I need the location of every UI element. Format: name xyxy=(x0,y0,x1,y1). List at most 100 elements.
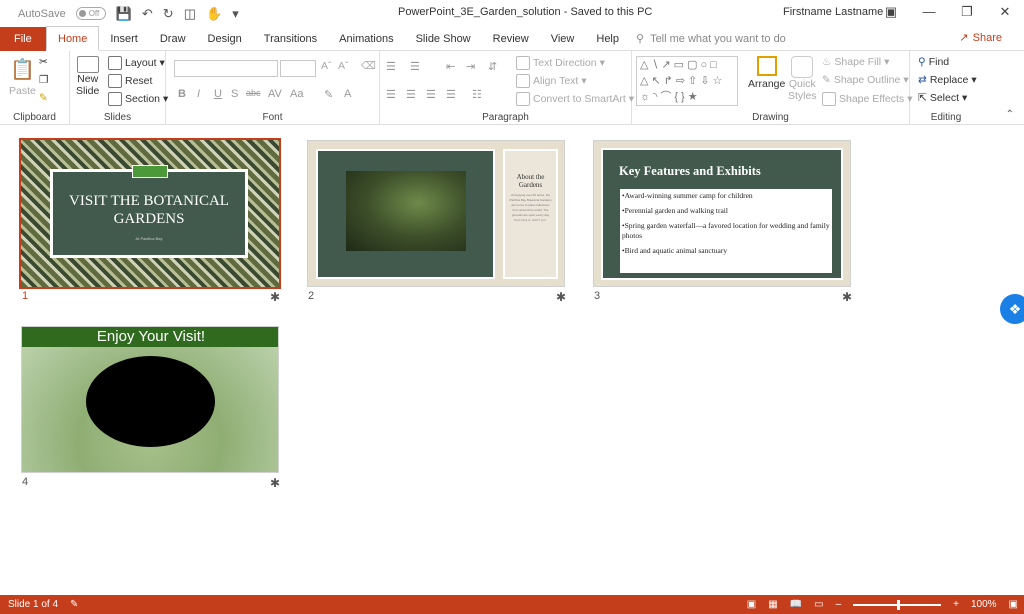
bold-button[interactable]: B xyxy=(178,88,186,100)
change-case-button[interactable]: Aa xyxy=(290,88,303,100)
quick-styles-button[interactable]: Quick Styles xyxy=(788,56,817,102)
close-icon[interactable]: ✕ xyxy=(986,4,1024,20)
columns-icon[interactable]: ☷ xyxy=(472,88,482,101)
text-direction-button[interactable]: Text Direction ▾ xyxy=(516,56,605,70)
document-title: PowerPoint_3E_Garden_solution - Saved to… xyxy=(398,6,653,18)
zoom-slider[interactable] xyxy=(853,599,942,610)
strikethrough-button[interactable]: abc xyxy=(246,88,261,98)
slide-thumbnail-2[interactable]: About the Gardens Occupying over 60 acre… xyxy=(307,140,565,287)
zoom-level[interactable]: 100% xyxy=(971,599,997,610)
shape-fill-button[interactable]: ♨ Shape Fill ▾ xyxy=(822,56,889,68)
start-from-beginning-icon[interactable]: ◫ xyxy=(184,6,196,22)
slide-sorter-icon[interactable]: ▦ xyxy=(768,599,777,610)
slide2-text-panel: About the Gardens Occupying over 60 acre… xyxy=(503,149,558,279)
slide-show-icon[interactable]: ▭ xyxy=(814,599,823,610)
zoom-slider-handle[interactable] xyxy=(897,599,901,610)
new-slide-label-2: Slide xyxy=(76,85,100,97)
tab-slide-show[interactable]: Slide Show xyxy=(405,27,482,51)
align-left-icon[interactable]: ☰ xyxy=(386,88,396,101)
quick-styles-icon xyxy=(791,56,814,78)
shrink-font-button[interactable]: Aˇ xyxy=(338,60,349,72)
font-color-button[interactable]: A xyxy=(344,88,351,100)
tab-transitions[interactable]: Transitions xyxy=(253,27,328,51)
arrange-icon xyxy=(756,56,777,76)
reset-button[interactable]: Reset xyxy=(108,74,152,88)
collapse-ribbon-icon[interactable]: ⌃ xyxy=(1006,109,1014,120)
undo-icon[interactable]: ↶ xyxy=(142,6,153,22)
touch-mode-icon[interactable]: ✋ xyxy=(206,6,222,22)
share-label: Share xyxy=(972,31,1002,44)
zoom-out-button[interactable]: – xyxy=(836,599,842,610)
zoom-in-button[interactable]: + xyxy=(953,599,959,610)
redo-icon[interactable]: ↻ xyxy=(163,6,174,22)
clear-formatting-icon[interactable]: ⌫ xyxy=(361,60,376,72)
tab-view[interactable]: View xyxy=(540,27,586,51)
slide-thumbnail-1[interactable]: VISIT THE BOTANICAL GARDENS At Pacifica … xyxy=(19,138,281,289)
customize-qat-icon[interactable]: ▾ xyxy=(232,6,239,22)
font-name-combo[interactable] xyxy=(174,60,278,77)
justify-icon[interactable]: ☰ xyxy=(446,88,456,101)
paste-button[interactable]: 📋 Paste xyxy=(9,57,36,97)
increase-indent-icon[interactable]: ⇥ xyxy=(466,60,475,73)
tab-animations[interactable]: Animations xyxy=(328,27,404,51)
clipboard-group-label: Clipboard xyxy=(13,112,56,123)
cut-button[interactable]: ✂ xyxy=(39,56,48,68)
reading-view-icon[interactable]: 📖 xyxy=(790,599,802,610)
save-icon[interactable]: 💾 xyxy=(116,6,132,22)
spelling-icon[interactable]: ✎ xyxy=(70,599,78,610)
tab-insert[interactable]: Insert xyxy=(99,27,149,51)
highlight-icon[interactable]: ✎ xyxy=(324,88,333,101)
underline-button[interactable]: U xyxy=(214,88,222,100)
minimize-icon[interactable]: — xyxy=(910,4,948,20)
shapes-gallery[interactable]: △∖↗▭▢○□ △↖↱⇨⇧⇩☆ ☼◝⌒{}★ xyxy=(636,56,738,106)
copy-button[interactable]: ❐ xyxy=(39,74,48,86)
tab-review[interactable]: Review xyxy=(482,27,540,51)
bullets-icon[interactable]: ☰ xyxy=(386,60,396,73)
group-font: Aˆ Aˇ ⌫ B I U S abc AV Aa ✎ A Font xyxy=(166,51,380,125)
convert-smartart-button[interactable]: Convert to SmartArt ▾ xyxy=(516,92,634,106)
slide-thumbnail-4[interactable]: Enjoy Your Visit! xyxy=(21,326,279,473)
grow-font-button[interactable]: Aˆ xyxy=(321,60,332,72)
format-painter-button[interactable]: ✎ xyxy=(39,92,48,104)
align-text-button[interactable]: Align Text ▾ xyxy=(516,74,587,88)
numbering-icon[interactable]: ☰ xyxy=(410,60,420,73)
tab-draw[interactable]: Draw xyxy=(149,27,197,51)
user-name[interactable]: Firstname Lastname xyxy=(783,6,883,18)
select-button[interactable]: ⇱ Select ▾ xyxy=(918,92,967,104)
find-button[interactable]: ⚲ Find xyxy=(918,56,949,68)
tab-design[interactable]: Design xyxy=(197,27,253,51)
window-controls: ▣ — ❐ ✕ xyxy=(872,4,1024,20)
slide3-bullet-4: •Bird and aquatic animal sanctuary xyxy=(622,246,728,255)
arrange-button[interactable]: Arrange xyxy=(748,56,785,90)
ribbon-display-options-icon[interactable]: ▣ xyxy=(872,4,910,20)
layout-label: Layout xyxy=(125,57,157,69)
slide-thumbnail-3[interactable]: Key Features and Exhibits •Award-winning… xyxy=(593,140,851,287)
tab-help[interactable]: Help xyxy=(585,27,630,51)
font-size-combo[interactable] xyxy=(280,60,316,77)
align-right-icon[interactable]: ☰ xyxy=(426,88,436,101)
restore-icon[interactable]: ❐ xyxy=(948,4,986,20)
align-center-icon[interactable]: ☰ xyxy=(406,88,416,101)
tab-file[interactable]: File xyxy=(0,26,46,51)
line-spacing-icon[interactable]: ⇵ xyxy=(488,60,497,73)
tab-home[interactable]: Home xyxy=(46,26,100,51)
italic-button[interactable]: I xyxy=(197,88,200,100)
section-button[interactable]: Section ▾ xyxy=(108,92,168,106)
autosave-toggle[interactable]: Off xyxy=(75,7,106,20)
shadow-button[interactable]: S xyxy=(231,88,238,100)
shape-outline-button[interactable]: ✎ Shape Outline ▾ xyxy=(822,74,909,86)
decrease-indent-icon[interactable]: ⇤ xyxy=(446,60,455,73)
replace-button[interactable]: ⇄ Replace ▾ xyxy=(918,74,977,86)
new-slide-button[interactable]: New Slide xyxy=(76,56,99,97)
share-button[interactable]: ↗ Share xyxy=(959,31,1002,45)
normal-view-icon[interactable]: ▣ xyxy=(747,599,756,610)
layout-button[interactable]: Layout ▾ xyxy=(108,56,165,70)
fit-to-window-icon[interactable]: ▣ xyxy=(1009,599,1018,610)
slide3-bullet-box: •Award-winning summer camp for children … xyxy=(620,189,832,273)
char-spacing-button[interactable]: AV xyxy=(268,88,282,100)
dropbox-icon[interactable]: ❖ xyxy=(1000,294,1024,324)
shape-effects-button[interactable]: Shape Effects ▾ xyxy=(822,92,912,106)
slide-number-4: 4 xyxy=(22,476,29,488)
tell-me-box[interactable]: ⚲ Tell me what you want to do xyxy=(636,32,786,46)
smartart-icon xyxy=(516,92,530,106)
